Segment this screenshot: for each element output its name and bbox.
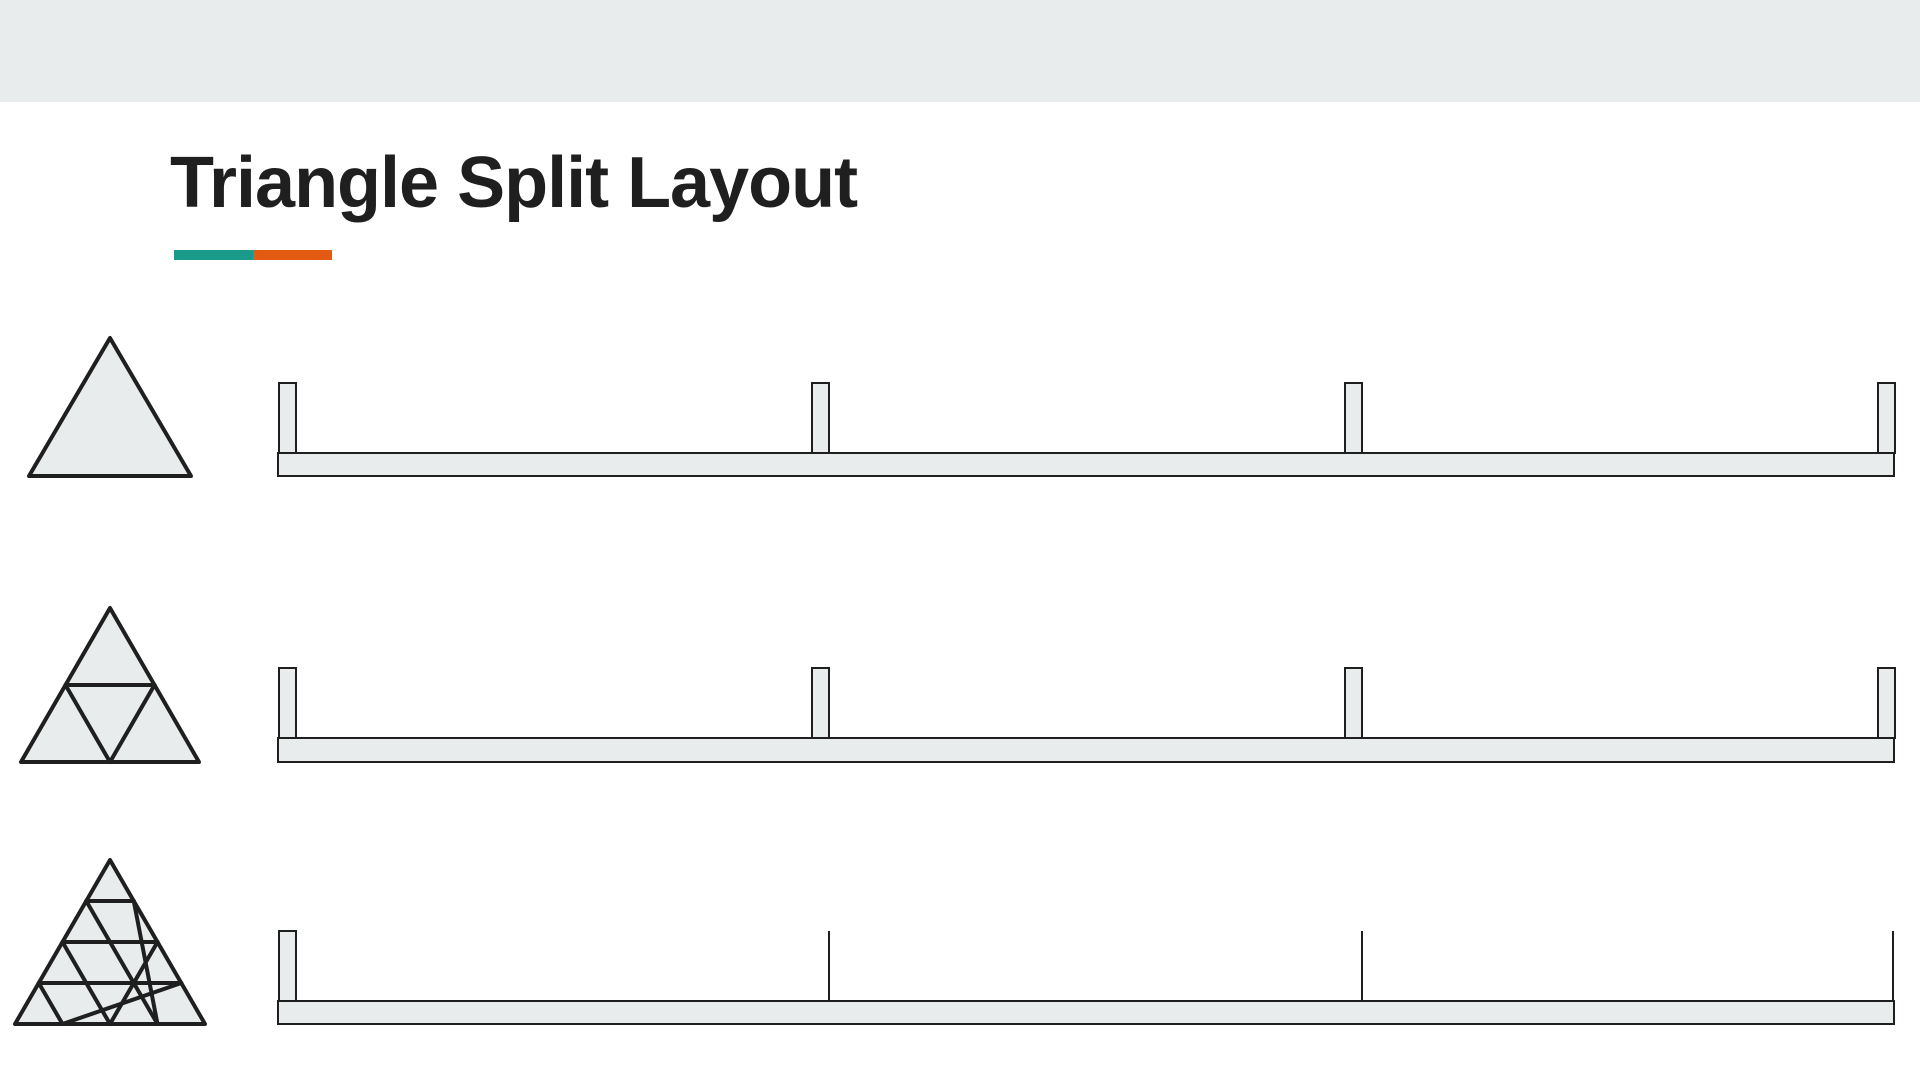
bar-post <box>1877 382 1896 454</box>
bar-post <box>1344 382 1363 454</box>
layout-row-1 <box>27 336 1896 478</box>
triangle-split-diagram <box>13 336 1896 1026</box>
bar-base <box>277 1000 1895 1025</box>
triangle-icon-split-1 <box>27 336 193 478</box>
bar-base <box>277 737 1895 763</box>
bar-post <box>811 667 830 739</box>
bar-post <box>278 667 297 739</box>
bar-post <box>811 382 830 454</box>
triangle-outline <box>27 336 193 478</box>
split-bar <box>277 382 1896 477</box>
layout-row-2 <box>19 606 1896 764</box>
split-bar <box>277 930 1895 1025</box>
split-bar <box>277 667 1896 763</box>
triangle-icon-split-4 <box>13 858 207 1026</box>
triangle-icon-split-2 <box>19 606 201 764</box>
bar-base <box>277 452 1895 477</box>
bar-post <box>1344 667 1363 739</box>
layout-row-3 <box>13 858 1895 1026</box>
bar-post <box>278 382 297 454</box>
bar-post <box>1877 667 1896 739</box>
bar-post <box>278 930 297 1002</box>
slide: Triangle Split Layout <box>0 0 1920 1080</box>
